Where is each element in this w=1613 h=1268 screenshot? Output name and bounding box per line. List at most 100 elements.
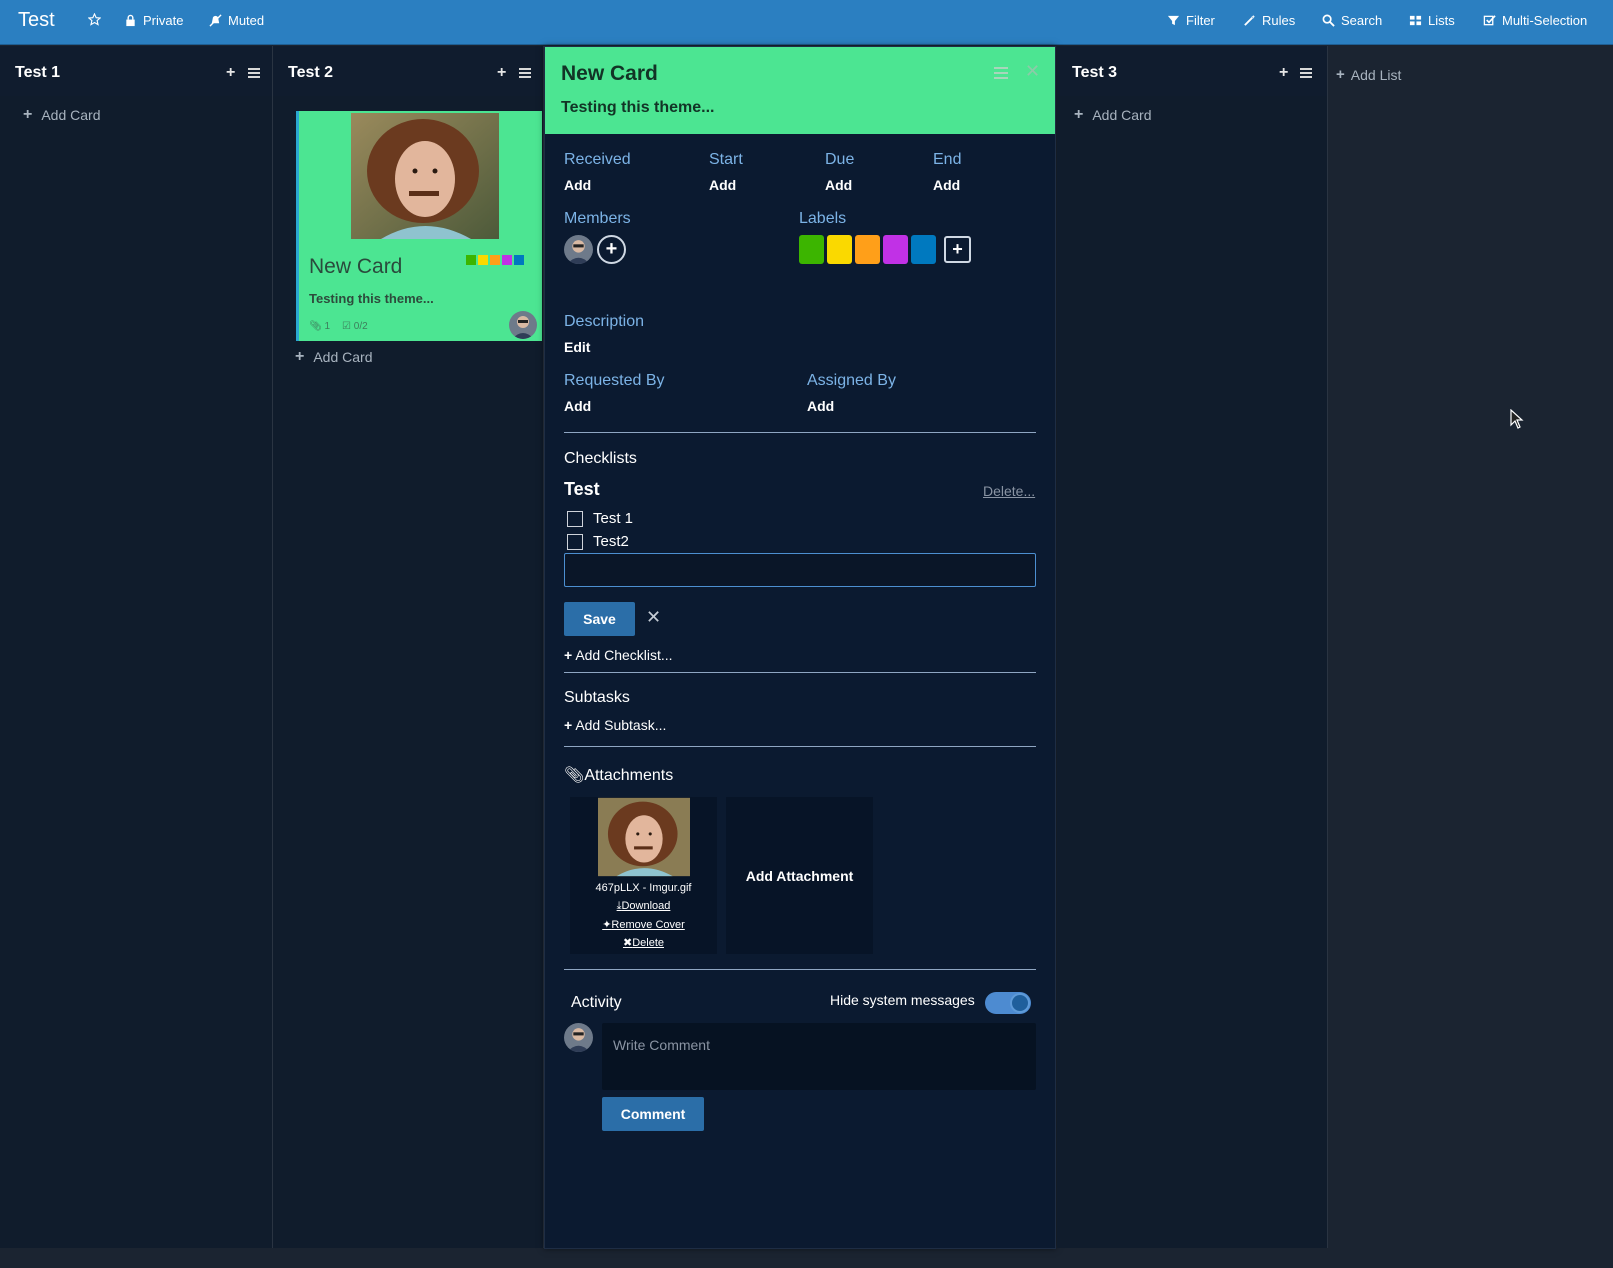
add-attachment-button[interactable]: Add Attachment <box>726 797 873 954</box>
add-card-top-button[interactable]: + <box>1279 64 1288 82</box>
checklist-item-text: Test 1 <box>593 510 634 527</box>
multi-selection-button[interactable]: Multi-Selection <box>1483 13 1587 28</box>
received-date-add[interactable]: Add <box>564 177 591 193</box>
label-chip[interactable] <box>911 235 936 264</box>
attachment-tile[interactable]: 467pLLX - Imgur.gif ⤓Download ✦Remove Co… <box>570 797 717 954</box>
search-icon <box>1322 14 1335 27</box>
attachment-download-link[interactable]: ⤓Download <box>570 900 717 913</box>
add-card-top-button[interactable]: + <box>226 64 235 82</box>
checklist-title[interactable]: Test <box>564 479 600 500</box>
add-label-button[interactable]: + <box>944 236 971 263</box>
comment-button[interactable]: Comment <box>602 1097 704 1131</box>
save-button[interactable]: Save <box>564 602 635 636</box>
add-card-top-button[interactable]: + <box>497 64 506 82</box>
minicard-labels <box>466 255 524 265</box>
members-label: Members <box>564 210 631 227</box>
label-swatch <box>478 255 488 265</box>
comment-placeholder: Write Comment <box>613 1037 710 1053</box>
checkbox[interactable] <box>567 510 583 527</box>
divider <box>564 969 1036 970</box>
label-swatch <box>514 255 524 265</box>
add-list-button[interactable]: + Add List <box>1336 66 1401 83</box>
close-icon: ✖ <box>622 937 633 949</box>
due-date-add[interactable]: Add <box>825 177 852 193</box>
minicard-description: Testing this theme... <box>309 291 434 306</box>
description-label: Description <box>564 313 645 330</box>
minicard[interactable]: New Card Testing this theme... 📎︎ 1 ☑ 0/… <box>296 111 542 341</box>
attachment-thumbnail[interactable] <box>598 797 690 877</box>
board-title[interactable]: Test <box>18 9 55 32</box>
label-chip[interactable] <box>799 235 824 264</box>
list-menu-icon[interactable] <box>1300 68 1312 78</box>
avatar[interactable] <box>564 235 593 264</box>
close-icon[interactable]: ✕ <box>646 607 661 628</box>
attachment-remove-cover-link[interactable]: ✦Remove Cover <box>570 918 717 931</box>
description-edit-link[interactable]: Edit <box>564 339 590 355</box>
checklists-title: Checklists <box>564 450 637 467</box>
check-icon: ☑ <box>342 321 352 332</box>
start-date-label: Start <box>709 151 743 168</box>
close-icon[interactable]: ✕ <box>1025 61 1040 82</box>
attachments-title: 📎︎Attachments <box>564 767 674 784</box>
attachment-delete-link[interactable]: ✖Delete <box>570 936 717 949</box>
end-date-add[interactable]: Add <box>933 177 960 193</box>
hamburger-menu-icon[interactable] <box>994 67 1008 79</box>
privacy-button[interactable]: Private <box>124 13 183 28</box>
comment-input[interactable]: Write Comment <box>602 1023 1036 1090</box>
add-card-button[interactable]: + Add Card <box>1074 106 1152 124</box>
list-header: Test 3 + <box>1057 46 1327 96</box>
lists-view-button[interactable]: Lists <box>1409 13 1455 28</box>
minicard-title: New Card <box>309 255 403 278</box>
avatar <box>564 1023 593 1052</box>
label-chip[interactable] <box>827 235 852 264</box>
privacy-label: Private <box>143 13 184 28</box>
assigned-by-add[interactable]: Add <box>807 398 834 414</box>
label-swatch <box>490 255 500 265</box>
hide-system-messages-toggle[interactable] <box>985 992 1031 1014</box>
list-title[interactable]: Test 2 <box>288 64 333 82</box>
add-member-button[interactable]: + <box>597 235 626 264</box>
add-card-button[interactable]: + Add Card <box>295 348 373 366</box>
list-menu-icon[interactable] <box>519 68 531 78</box>
add-card-label: Add Card <box>1092 107 1152 123</box>
checklist-item[interactable]: Test 1 <box>567 510 633 527</box>
list-title[interactable]: Test 1 <box>15 64 60 82</box>
lock-icon <box>124 14 137 27</box>
checklist-badge: ☑ 0/2 <box>342 321 368 332</box>
avatar[interactable] <box>509 311 537 339</box>
filter-button[interactable]: Filter <box>1167 13 1215 28</box>
star-button[interactable] <box>88 13 101 26</box>
new-checklist-item-input[interactable] <box>564 553 1036 587</box>
assigned-by-label: Assigned By <box>807 372 896 389</box>
add-card-button[interactable]: + Add Card <box>23 106 101 124</box>
lists-view-icon <box>1409 14 1422 27</box>
plus-icon: + <box>1336 66 1345 83</box>
list-title[interactable]: Test 3 <box>1072 64 1117 82</box>
rules-button[interactable]: Rules <box>1243 13 1295 28</box>
requested-by-add[interactable]: Add <box>564 398 591 414</box>
list-header: Test 1 + <box>0 46 272 96</box>
multi-selection-label: Multi-Selection <box>1502 13 1588 28</box>
plus-icon: + <box>564 717 573 733</box>
list-test-3: Test 3 + + Add Card <box>1057 46 1328 1248</box>
add-attachment-tile[interactable]: Add Attachment <box>726 797 873 954</box>
card-details-title[interactable]: New Card <box>561 62 658 86</box>
search-button[interactable]: Search <box>1322 13 1382 28</box>
card-details-subtitle: Testing this theme... <box>561 99 715 116</box>
add-subtask-button[interactable]: + Add Subtask... <box>564 717 666 733</box>
star-icon <box>88 13 101 26</box>
checkbox-icon <box>1483 14 1496 27</box>
watch-button[interactable]: Muted <box>209 13 264 28</box>
start-date-add[interactable]: Add <box>709 177 736 193</box>
filter-icon <box>1167 14 1180 27</box>
add-card-label: Add Card <box>41 107 101 123</box>
list-menu-icon[interactable] <box>248 68 260 78</box>
checklist-item[interactable]: Test2 <box>567 533 629 550</box>
plus-icon: + <box>1074 106 1084 123</box>
checkbox[interactable] <box>567 533 583 550</box>
label-chip[interactable] <box>855 235 880 264</box>
add-checklist-button[interactable]: + Add Checklist... <box>564 647 673 663</box>
hide-system-messages-label: Hide system messages <box>830 992 975 1008</box>
checklist-delete-link[interactable]: Delete... <box>983 483 1035 499</box>
label-chip[interactable] <box>883 235 908 264</box>
